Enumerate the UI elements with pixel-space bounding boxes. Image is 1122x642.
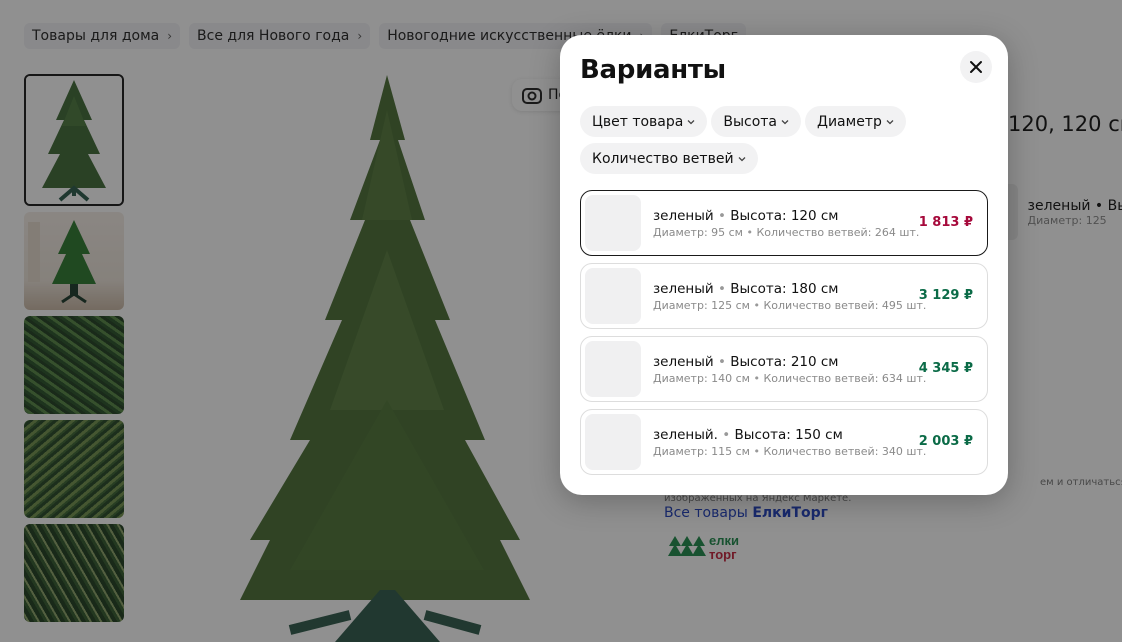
filter-height[interactable]: Высота (711, 106, 802, 137)
chevron-down-icon (687, 119, 695, 124)
variant-diameter: Диаметр: 125 см (653, 298, 750, 312)
variant-price: 1 813 ₽ (918, 215, 973, 230)
variant-height: Высота: 180 см (730, 280, 839, 297)
variant-branches: Количество ветвей: 634 шт. (763, 371, 927, 385)
filter-label: Количество ветвей (592, 150, 734, 167)
separator-dot: • (746, 225, 753, 239)
variant-height: Высота: 150 см (734, 426, 843, 443)
variant-image (585, 195, 641, 251)
variant-branches: Количество ветвей: 495 шт. (763, 298, 927, 312)
variant-diameter: Диаметр: 140 см (653, 371, 750, 385)
variant-color: зеленый (653, 207, 714, 224)
separator-dot: • (717, 280, 726, 297)
variant-height: Высота: 210 см (730, 353, 839, 370)
separator-dot: • (753, 298, 760, 312)
variant-price: 3 129 ₽ (918, 288, 973, 303)
close-icon (970, 61, 982, 73)
filter-branches[interactable]: Количество ветвей (580, 143, 758, 174)
modal-title: Варианты (580, 55, 726, 85)
filter-label: Диаметр (817, 113, 882, 130)
filter-label: Цвет товара (592, 113, 684, 130)
variant-option[interactable]: зеленый • Высота: 120 см Диаметр: 95 см … (580, 190, 988, 256)
variant-image (585, 341, 641, 397)
variant-color: зеленый (653, 280, 714, 297)
variant-option[interactable]: зеленый • Высота: 210 см Диаметр: 140 см… (580, 336, 988, 402)
variant-branches: Количество ветвей: 264 шт. (756, 225, 920, 239)
separator-dot: • (717, 353, 726, 370)
separator-dot: • (722, 426, 731, 443)
variant-branches: Количество ветвей: 340 шт. (763, 444, 927, 458)
variant-filters: Цвет товара Высота Диаметр Количество ве… (580, 106, 980, 174)
variants-modal: Варианты Цвет товара Высота Диаметр Коли… (560, 35, 1008, 495)
variant-option[interactable]: зеленый. • Высота: 150 см Диаметр: 115 с… (580, 409, 988, 475)
variant-color: зеленый (653, 353, 714, 370)
variant-image (585, 414, 641, 470)
filter-diameter[interactable]: Диаметр (805, 106, 906, 137)
variant-height: Высота: 120 см (730, 207, 839, 224)
chevron-down-icon (886, 119, 894, 124)
separator-dot: • (717, 207, 726, 224)
chevron-down-icon (738, 156, 746, 161)
variant-image (585, 268, 641, 324)
separator-dot: • (753, 371, 760, 385)
variant-color: зеленый. (653, 426, 718, 443)
variant-price: 2 003 ₽ (918, 434, 973, 449)
variant-diameter: Диаметр: 95 см (653, 225, 743, 239)
variant-option[interactable]: зеленый • Высота: 180 см Диаметр: 125 см… (580, 263, 988, 329)
filter-color[interactable]: Цвет товара (580, 106, 708, 137)
variant-list: зеленый • Высота: 120 см Диаметр: 95 см … (580, 190, 988, 482)
filter-label: Высота (723, 113, 778, 130)
variant-diameter: Диаметр: 115 см (653, 444, 750, 458)
close-button[interactable] (960, 51, 992, 83)
separator-dot: • (753, 444, 760, 458)
variant-price: 4 345 ₽ (918, 361, 973, 376)
chevron-down-icon (781, 119, 789, 124)
